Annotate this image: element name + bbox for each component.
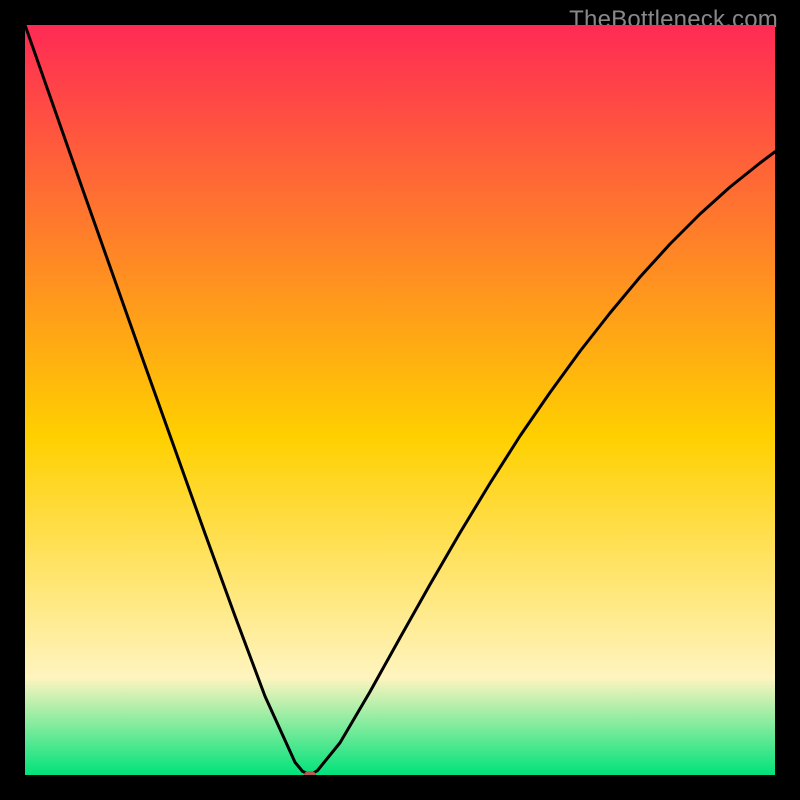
chart-svg <box>25 25 775 775</box>
plot-area <box>25 25 775 775</box>
chart-frame: TheBottleneck.com <box>0 0 800 800</box>
plot-background <box>25 25 775 775</box>
